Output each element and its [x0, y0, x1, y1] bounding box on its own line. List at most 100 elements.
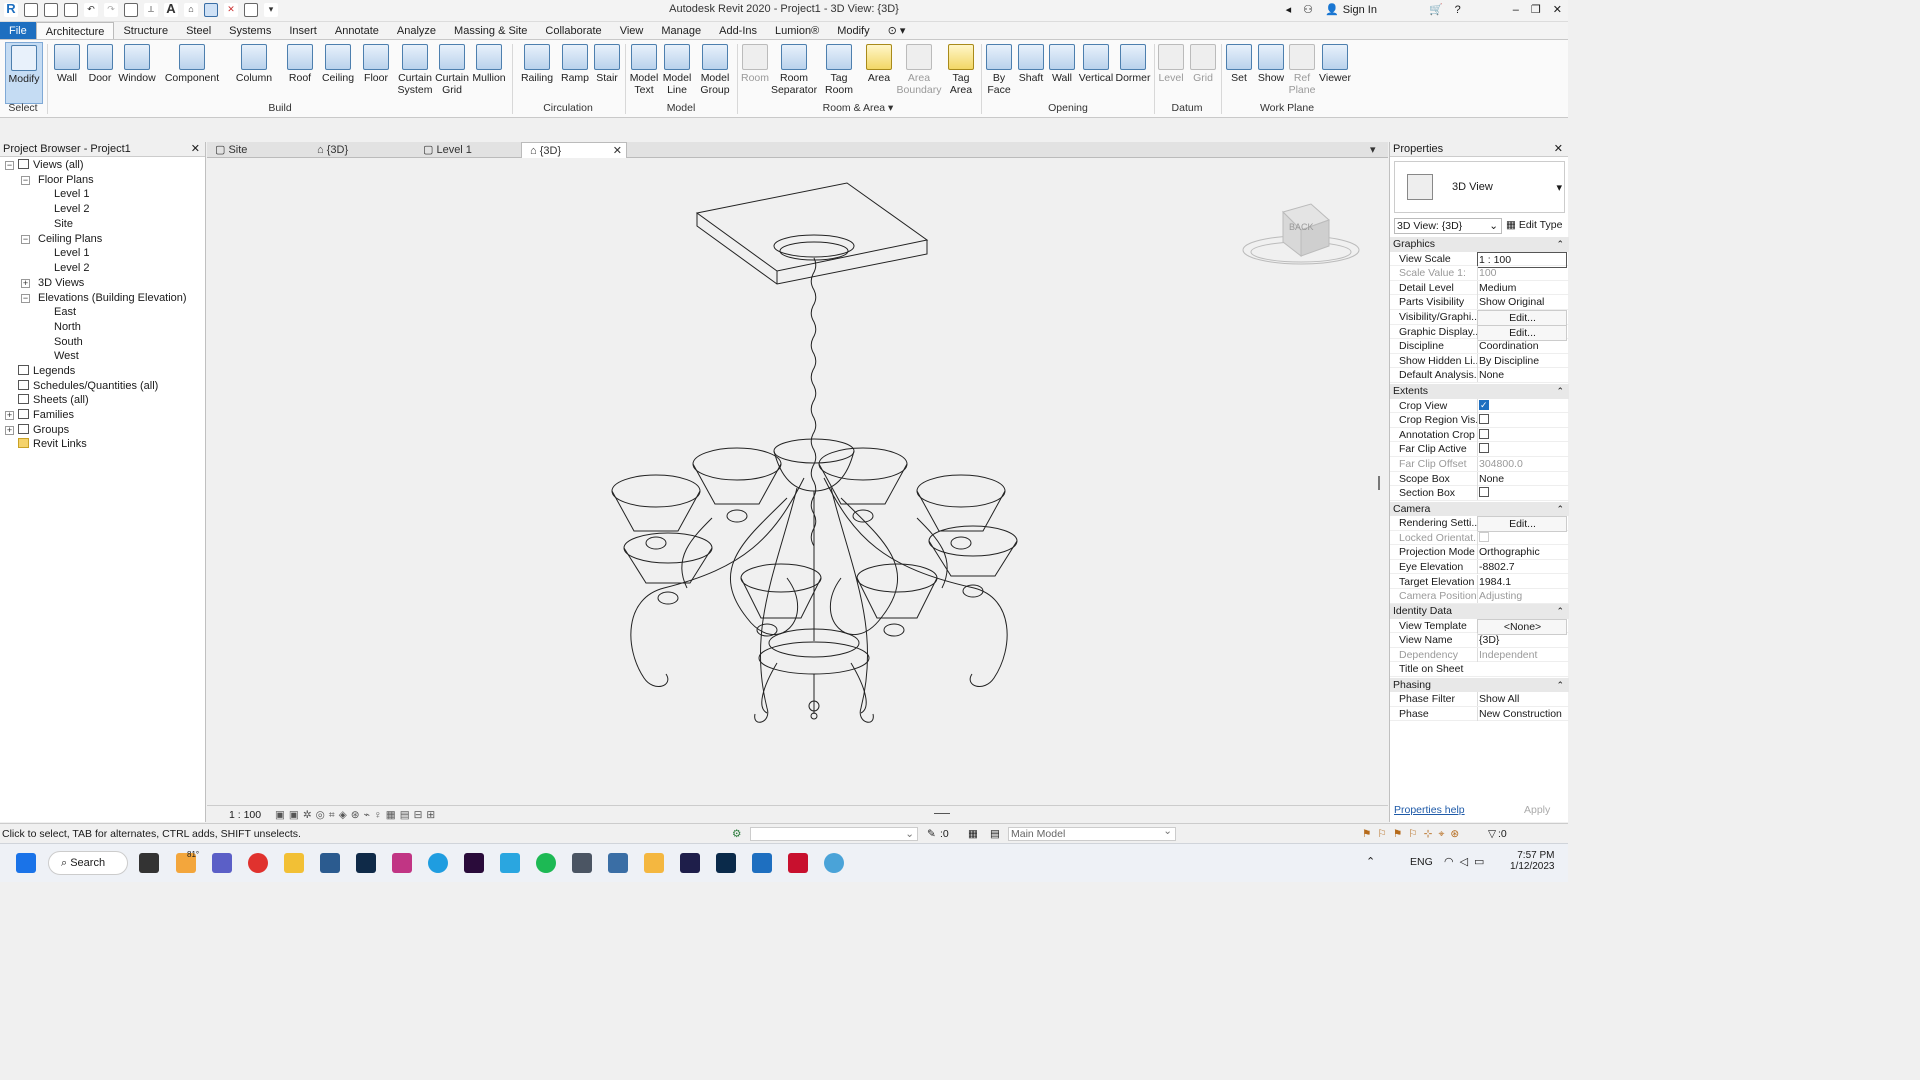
- tree-elevations[interactable]: Elevations (Building Elevation): [38, 291, 187, 305]
- floor-button[interactable]: Floor: [361, 42, 391, 104]
- section-graphics[interactable]: Graphics ⌃: [1390, 237, 1569, 252]
- scroll-handle[interactable]: [1378, 476, 1380, 490]
- autocad-icon[interactable]: [788, 853, 808, 873]
- spotify-icon[interactable]: [536, 853, 556, 873]
- tree-elevation-east[interactable]: East: [54, 305, 76, 319]
- apply-button[interactable]: Apply: [1524, 804, 1550, 816]
- level-button[interactable]: Level: [1157, 42, 1185, 104]
- mullion-button[interactable]: Mullion: [471, 42, 507, 104]
- premiere-pro-icon[interactable]: [464, 853, 484, 873]
- tree-3d-views[interactable]: 3D Views: [38, 276, 84, 290]
- doc-tab-level-1[interactable]: ▢ Level 1: [415, 142, 519, 158]
- select-group-label[interactable]: Select: [0, 102, 46, 116]
- doc-tab-site[interactable]: ▢ Site: [207, 142, 307, 158]
- viewcube[interactable]: BACK: [1239, 198, 1369, 268]
- far-clip-checkbox[interactable]: [1479, 443, 1489, 454]
- tree-floor-plans[interactable]: Floor Plans: [38, 173, 94, 187]
- main-model-icon[interactable]: ▤: [990, 824, 1000, 844]
- window-button[interactable]: Window: [117, 42, 157, 104]
- calendar-icon[interactable]: [500, 853, 520, 873]
- column-button[interactable]: Column: [234, 42, 274, 104]
- language-indicator[interactable]: ENG: [1410, 856, 1433, 868]
- info-center-icon[interactable]: ◂: [1286, 3, 1292, 16]
- photos-icon[interactable]: [320, 853, 340, 873]
- tab-annotate[interactable]: Annotate: [326, 22, 388, 39]
- sign-in-link[interactable]: Sign In: [1343, 4, 1377, 16]
- tree-elevation-north[interactable]: North: [54, 320, 81, 334]
- tabs-menu-icon[interactable]: ▾: [1370, 142, 1384, 158]
- close-browser-icon[interactable]: ✕: [191, 142, 200, 157]
- railing-button[interactable]: Railing: [519, 42, 555, 104]
- workset-dropdown[interactable]: ⌄: [750, 827, 918, 841]
- close-properties-icon[interactable]: ✕: [1554, 142, 1563, 157]
- tab-architecture[interactable]: Architecture: [35, 22, 115, 39]
- sketchup-icon[interactable]: [608, 853, 628, 873]
- start-icon[interactable]: [16, 853, 36, 873]
- doc-tab-3d[interactable]: ⌂ {3D}: [309, 142, 413, 158]
- section-box-checkbox[interactable]: [1479, 487, 1489, 498]
- component-button[interactable]: Component: [163, 42, 221, 104]
- tab-collaborate[interactable]: Collaborate: [536, 22, 610, 39]
- minimize-icon[interactable]: –: [1513, 4, 1519, 16]
- tree-schedules[interactable]: Schedules/Quantities (all): [18, 379, 158, 393]
- view-control-icons[interactable]: ▣▣✲◎⌗◈⊛⌁♀▦▤⊟⊞: [275, 806, 439, 824]
- 3d-viewport[interactable]: BACK: [207, 158, 1388, 805]
- tab-file[interactable]: File: [0, 22, 36, 39]
- chandelier-model[interactable]: [207, 158, 1388, 805]
- model-text-button[interactable]: Model Text: [628, 42, 660, 104]
- by-face-button[interactable]: By Face: [984, 42, 1014, 104]
- editable-only-icon[interactable]: ✎: [927, 824, 936, 844]
- ceiling-button[interactable]: Ceiling: [320, 42, 356, 104]
- tab-view[interactable]: View: [611, 22, 653, 39]
- tree-sheets[interactable]: Sheets (all): [18, 393, 89, 407]
- tree-ceiling-plans[interactable]: Ceiling Plans: [38, 232, 102, 246]
- edge-icon[interactable]: [428, 853, 448, 873]
- roof-button[interactable]: Roof: [286, 42, 314, 104]
- model-group-button[interactable]: Model Group: [697, 42, 733, 104]
- tree-ceiling-level-1[interactable]: Level 1: [54, 246, 89, 260]
- filter-icon[interactable]: ▽: [1488, 824, 1496, 844]
- section-identity-data[interactable]: Identity Data ⌃: [1390, 604, 1569, 619]
- dormer-button[interactable]: Dormer: [1115, 42, 1151, 104]
- viewer-button[interactable]: Viewer: [1318, 42, 1352, 104]
- instance-selector[interactable]: 3D View: {3D} ⌄: [1394, 218, 1502, 234]
- tree-views-all[interactable]: Views (all): [18, 158, 84, 172]
- grid-button[interactable]: Grid: [1189, 42, 1217, 104]
- collapse-icon[interactable]: −: [21, 294, 30, 303]
- tree-groups[interactable]: Groups: [18, 423, 69, 437]
- workset-icon[interactable]: ⚙: [732, 824, 741, 844]
- cart-icon[interactable]: 🛒: [1429, 3, 1443, 16]
- design-option-dropdown[interactable]: Main Model ⌄: [1008, 825, 1176, 841]
- tab-insert[interactable]: Insert: [280, 22, 326, 39]
- restore-icon[interactable]: ❐: [1531, 3, 1541, 16]
- curtain-system-button[interactable]: Curtain System: [397, 42, 433, 104]
- doc-tab-3d-active[interactable]: ⌂ {3D} ✕: [521, 142, 627, 158]
- type-selector[interactable]: 3D View ▾: [1394, 161, 1565, 213]
- ref-plane-button[interactable]: Ref Plane: [1288, 42, 1316, 104]
- view-scale[interactable]: 1 : 100: [229, 806, 261, 824]
- section-phasing[interactable]: Phasing ⌃: [1390, 677, 1569, 693]
- teams-icon[interactable]: [212, 853, 232, 873]
- section-camera[interactable]: Camera ⌃: [1390, 501, 1569, 517]
- tab-structure[interactable]: Structure: [114, 22, 177, 39]
- expand-icon[interactable]: +: [5, 426, 14, 435]
- design-options-icon[interactable]: ▦: [968, 824, 978, 844]
- tree-floor-level-2[interactable]: Level 2: [54, 202, 89, 216]
- tree-elevation-west[interactable]: West: [54, 349, 79, 363]
- wall-opening-button[interactable]: Wall: [1048, 42, 1076, 104]
- collapse-icon[interactable]: −: [5, 161, 14, 170]
- user-icon[interactable]: 👤: [1325, 3, 1339, 16]
- revit-icon[interactable]: [752, 853, 772, 873]
- room-area-group-label[interactable]: Room & Area ▾: [738, 102, 978, 116]
- opera-icon[interactable]: [248, 853, 268, 873]
- tree-floor-level-1[interactable]: Level 1: [54, 187, 89, 201]
- tab-systems[interactable]: Systems: [220, 22, 280, 39]
- collapse-icon[interactable]: −: [21, 235, 30, 244]
- tab-analyze[interactable]: Analyze: [388, 22, 445, 39]
- clock[interactable]: 7:57 PM 1/12/2023: [1510, 850, 1555, 872]
- app-icon[interactable]: [572, 853, 592, 873]
- selection-toggle-icons[interactable]: ⚑⚐⚑⚐⊹⌖⊛: [1362, 824, 1465, 844]
- tree-families[interactable]: Families: [18, 408, 74, 422]
- ramp-button[interactable]: Ramp: [560, 42, 590, 104]
- instagram-icon[interactable]: [392, 853, 412, 873]
